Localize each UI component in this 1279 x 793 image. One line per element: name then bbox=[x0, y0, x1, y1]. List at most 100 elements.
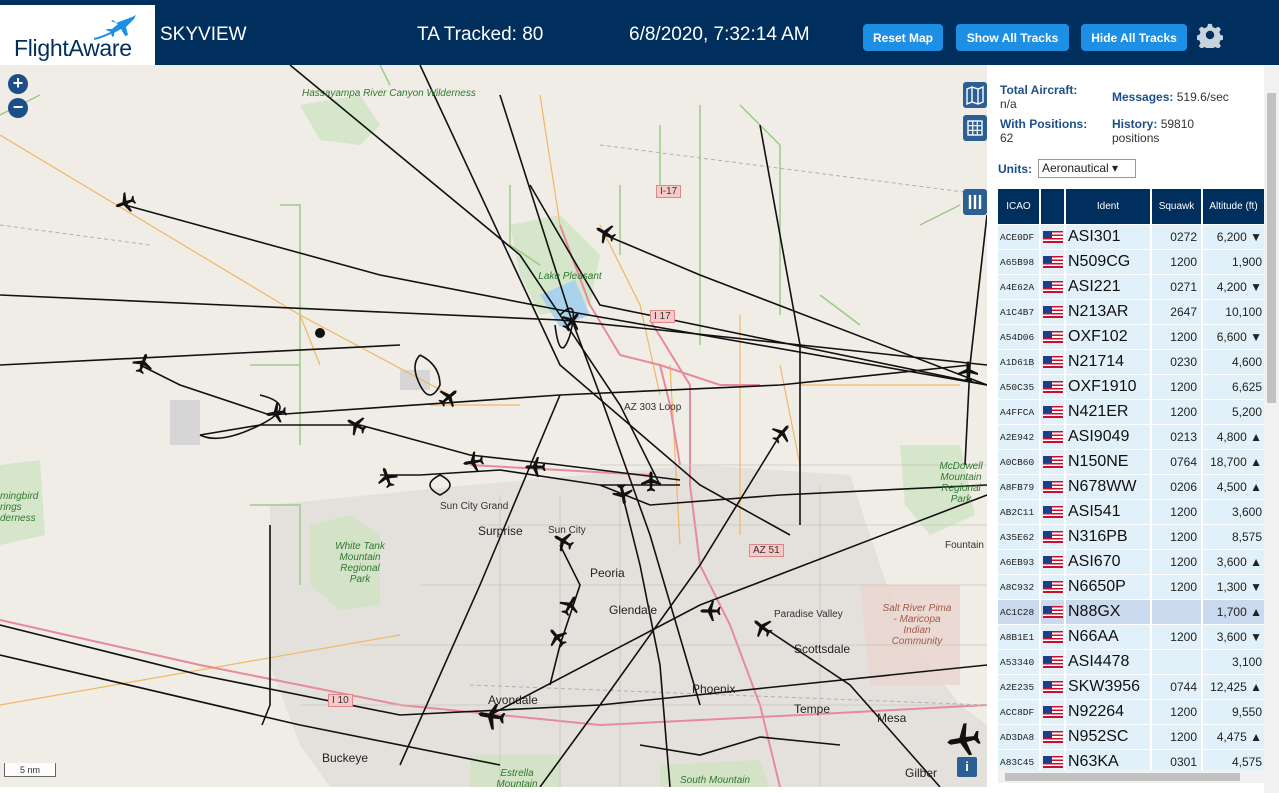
row-icao: A54D06 bbox=[998, 325, 1041, 349]
map-grid-button[interactable] bbox=[963, 115, 987, 141]
table-row[interactable]: A4FFCA N421ER 1200 5,200 bbox=[998, 400, 1264, 425]
aircraft-icon[interactable] bbox=[342, 411, 371, 439]
row-squawk: 0206 bbox=[1152, 475, 1203, 499]
aircraft-icon[interactable] bbox=[525, 457, 546, 477]
aircraft-icon[interactable] bbox=[611, 482, 635, 507]
aircraft-icon[interactable] bbox=[557, 306, 587, 336]
col-icao[interactable]: ICAO bbox=[998, 189, 1041, 224]
row-squawk: 0213 bbox=[1152, 425, 1203, 449]
aircraft-icon[interactable] bbox=[700, 601, 721, 621]
col-ident[interactable]: Ident bbox=[1066, 189, 1152, 224]
col-altitude[interactable]: Altitude (ft) bbox=[1203, 189, 1264, 224]
table-row[interactable]: AB2C11 ASI541 1200 3,600 bbox=[998, 500, 1264, 525]
table-header: ICAO Ident Squawk Altitude (ft) bbox=[998, 189, 1264, 224]
us-flag-icon bbox=[1042, 631, 1063, 643]
table-row[interactable]: A65B98 N509CG 1200 1,900 bbox=[998, 250, 1264, 275]
aircraft-icon[interactable] bbox=[556, 591, 584, 620]
row-altitude: 4,200 ▼ bbox=[1216, 280, 1262, 294]
zoom-in-button[interactable]: + bbox=[8, 74, 28, 94]
table-row[interactable]: A1D61B N21714 0230 4,600 bbox=[998, 350, 1264, 375]
row-ident: OXF1910 bbox=[1066, 375, 1152, 399]
us-flag-icon bbox=[1042, 531, 1063, 543]
aircraft-icon[interactable] bbox=[461, 450, 486, 474]
show-all-tracks-button[interactable]: Show All Tracks bbox=[956, 24, 1069, 51]
total-aircraft-value: n/a bbox=[1000, 97, 1017, 111]
row-squawk: 1200 bbox=[1152, 525, 1203, 549]
map-layers-button[interactable] bbox=[963, 82, 987, 108]
zoom-out-button[interactable]: − bbox=[8, 98, 28, 118]
row-icao: A2E942 bbox=[998, 425, 1041, 449]
us-flag-icon bbox=[1042, 406, 1063, 418]
row-squawk: 0764 bbox=[1152, 450, 1203, 474]
aircraft-icon[interactable] bbox=[542, 622, 572, 652]
units-select[interactable]: Aeronautical ▾ bbox=[1038, 159, 1136, 178]
row-ident: N66AA bbox=[1066, 625, 1152, 649]
aircraft-icon[interactable] bbox=[434, 382, 464, 412]
aircraft-icon[interactable] bbox=[112, 190, 139, 216]
table-row[interactable]: ACC8DF N92264 1200 9,550 bbox=[998, 700, 1264, 725]
table-row[interactable]: A6EB93 ASI670 1200 3,600 ▲ bbox=[998, 550, 1264, 575]
table-row[interactable]: A8B1E1 N66AA 1200 3,600 ▼ bbox=[998, 625, 1264, 650]
aircraft-icon[interactable] bbox=[958, 361, 978, 382]
row-squawk bbox=[1152, 600, 1203, 624]
table-row[interactable]: A35E62 N316PB 1200 8,575 bbox=[998, 525, 1264, 550]
aircraft-icon[interactable] bbox=[944, 721, 983, 759]
row-ident: N952SC bbox=[1066, 725, 1152, 749]
col-squawk[interactable]: Squawk bbox=[1152, 189, 1203, 224]
table-row[interactable]: A2E235 SKW3956 0744 12,425 ▲ bbox=[998, 675, 1264, 700]
row-ident: ASI9049 bbox=[1066, 425, 1152, 449]
row-altitude: 3,600 ▲ bbox=[1216, 555, 1262, 569]
aircraft-icon[interactable] bbox=[264, 401, 289, 425]
row-icao: ACC8DF bbox=[998, 700, 1041, 724]
us-flag-icon bbox=[1042, 606, 1063, 618]
table-row[interactable]: AD3DA8 N952SC 1200 4,475 ▲ bbox=[998, 725, 1264, 750]
row-ident: N21714 bbox=[1066, 350, 1152, 374]
aircraft-icon[interactable] bbox=[767, 418, 797, 448]
row-icao: A35E62 bbox=[998, 525, 1041, 549]
us-flag-icon bbox=[1042, 431, 1063, 443]
row-squawk: 1200 bbox=[1152, 250, 1203, 274]
col-flag[interactable] bbox=[1041, 189, 1066, 224]
messages-label: Messages: bbox=[1112, 90, 1174, 104]
horizontal-scroll-thumb[interactable] bbox=[1005, 773, 1240, 781]
row-altitude: 12,425 ▲ bbox=[1210, 680, 1262, 694]
row-icao: A65B98 bbox=[998, 250, 1041, 274]
columns-toggle-button[interactable] bbox=[963, 189, 987, 215]
row-icao: A1C4B7 bbox=[998, 300, 1041, 324]
table-row[interactable]: A54D06 OXF102 1200 6,600 ▼ bbox=[998, 325, 1264, 350]
aircraft-icon[interactable] bbox=[549, 527, 578, 555]
row-flag bbox=[1041, 425, 1066, 449]
reset-map-button[interactable]: Reset Map bbox=[863, 24, 943, 51]
row-icao: AB2C11 bbox=[998, 500, 1041, 524]
table-row[interactable]: A8C932 N6650P 1200 1,300 ▼ bbox=[998, 575, 1264, 600]
table-row[interactable]: A50C35 OXF1910 1200 6,625 bbox=[998, 375, 1264, 400]
table-row[interactable]: A4E62A ASI221 0271 4,200 ▼ bbox=[998, 275, 1264, 300]
aircraft-layer bbox=[112, 190, 983, 759]
aircraft-icon[interactable] bbox=[747, 612, 777, 642]
table-row[interactable]: A1C4B7 N213AR 2647 10,100 bbox=[998, 300, 1264, 325]
table-row[interactable]: A2E942 ASI9049 0213 4,800 ▲ bbox=[998, 425, 1264, 450]
gear-icon[interactable] bbox=[1197, 22, 1223, 48]
aircraft-icon[interactable] bbox=[475, 700, 507, 732]
us-flag-icon bbox=[1042, 456, 1063, 468]
table-row[interactable]: A8FB79 N678WW 0206 4,500 ▲ bbox=[998, 475, 1264, 500]
hide-all-tracks-button[interactable]: Hide All Tracks bbox=[1081, 24, 1187, 51]
table-row[interactable]: A53340 ASI4478 3,100 bbox=[998, 650, 1264, 675]
row-altitude: 4,500 ▲ bbox=[1216, 480, 1262, 494]
row-altitude: 10,100 bbox=[1225, 305, 1262, 319]
row-squawk: 1200 bbox=[1152, 375, 1203, 399]
info-button[interactable]: i bbox=[957, 757, 977, 777]
aircraft-icon[interactable] bbox=[130, 350, 156, 377]
map-canvas[interactable]: Hassayampa River Canyon Wilderness Lake … bbox=[0, 65, 987, 787]
tracked-count: TA Tracked: 80 bbox=[417, 24, 544, 45]
row-ident: ASI670 bbox=[1066, 550, 1152, 574]
vertical-scroll-thumb[interactable] bbox=[1267, 93, 1276, 403]
aircraft-icon[interactable] bbox=[374, 464, 400, 491]
row-squawk: 0271 bbox=[1152, 275, 1203, 299]
table-row[interactable]: A0CB60 N150NE 0764 18,700 ▲ bbox=[998, 450, 1264, 475]
flightaware-logo[interactable]: FlightAware bbox=[0, 5, 155, 65]
table-row[interactable]: ACE0DF ASI301 0272 6,200 ▼ bbox=[998, 225, 1264, 250]
aircraft-icon[interactable] bbox=[591, 219, 620, 247]
aircraft-icon[interactable] bbox=[641, 471, 661, 492]
table-row[interactable]: AC1C28 N88GX 1,700 ▲ bbox=[998, 600, 1264, 625]
